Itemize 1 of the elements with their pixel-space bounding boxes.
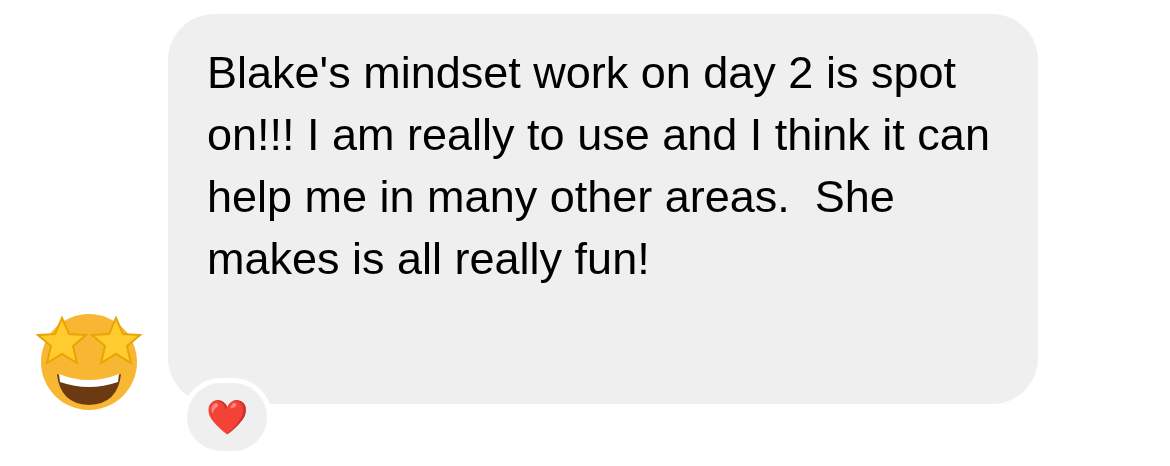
message-text: Blake's mindset work on day 2 is spot on!!! I am really to use and I think it can help me in many other areas. She makes is all really fun!	[207, 46, 991, 286]
